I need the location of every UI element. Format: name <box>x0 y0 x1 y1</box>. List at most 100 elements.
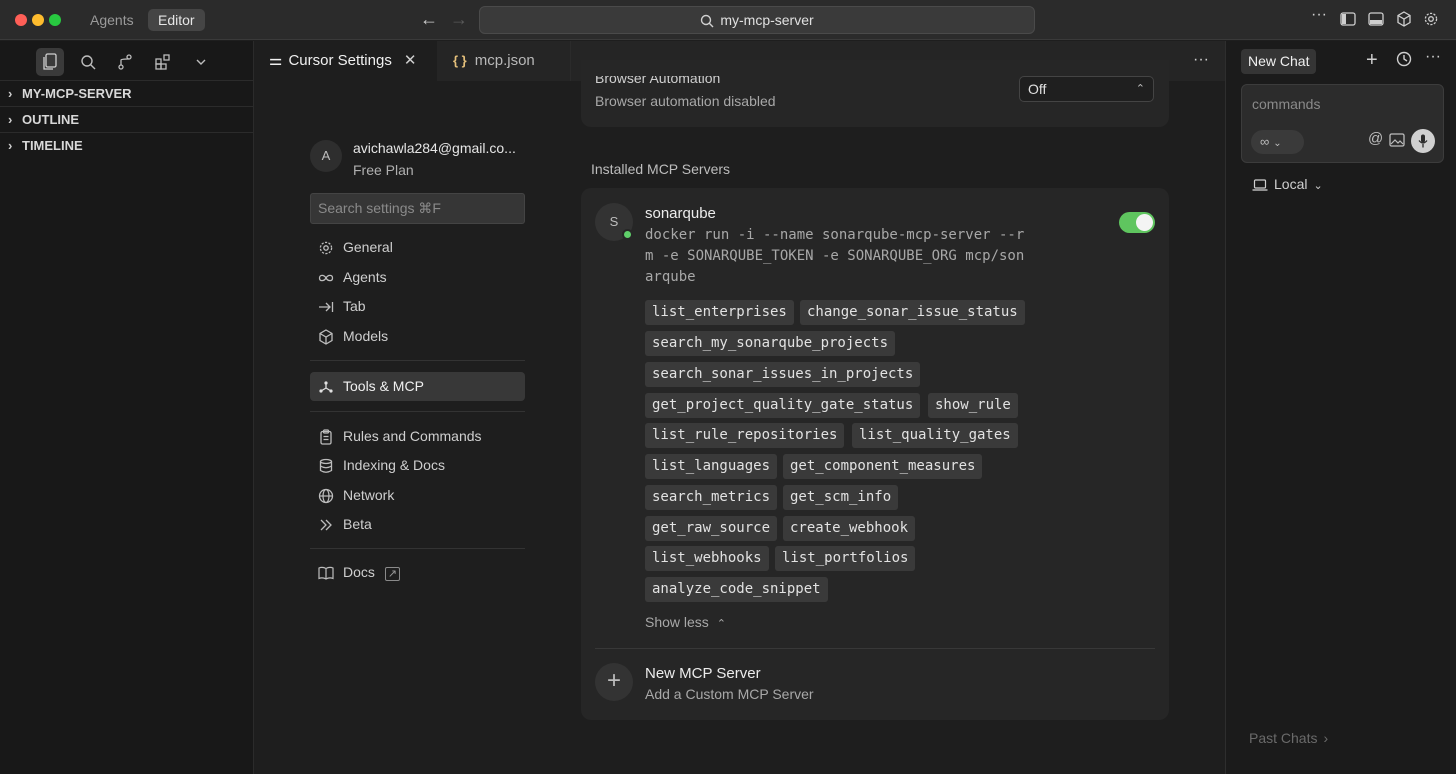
search-icon[interactable] <box>74 48 102 76</box>
more-icon[interactable]: ··· <box>1311 6 1327 24</box>
server-enable-toggle[interactable] <box>1119 212 1155 233</box>
gear-icon[interactable] <box>1423 11 1439 30</box>
mode-tab-editor[interactable]: Editor <box>148 9 205 31</box>
tool-chip: search_metrics <box>645 485 778 510</box>
installed-mcp-heading: Installed MCP Servers <box>591 161 731 177</box>
command-search-bar[interactable]: my-mcp-server <box>479 6 1035 34</box>
tab-mcp-json[interactable]: { } mcp.json <box>437 41 571 81</box>
chevron-down-icon[interactable] <box>187 48 215 76</box>
chevron-right-icon: › <box>8 112 13 127</box>
chevron-right-icon: › <box>8 138 13 153</box>
new-chat-tab[interactable]: New Chat <box>1241 49 1317 74</box>
chevron-down-icon: ⌄ <box>1313 180 1323 192</box>
settings-nav-agents[interactable]: Agents <box>310 263 525 292</box>
settings-nav-beta[interactable]: Beta <box>310 510 525 539</box>
browser-automation-card: Browser Automation Browser automation di… <box>581 60 1169 127</box>
close-icon[interactable]: ✕ <box>404 52 417 69</box>
settings-nav-tab[interactable]: Tab <box>310 292 525 321</box>
tool-chip: show_rule <box>928 393 1018 418</box>
cube-icon <box>319 329 333 345</box>
toggle-panel-icon[interactable] <box>1368 11 1384 30</box>
close-window-button[interactable] <box>15 14 27 26</box>
toggle-sidebar-icon[interactable] <box>1340 11 1356 30</box>
tool-chip: list_webhooks <box>645 546 769 571</box>
settings-nav-general[interactable]: General <box>310 233 525 262</box>
explorer-section-project[interactable]: › MY-MCP-SERVER <box>0 81 253 107</box>
settings-nav-network[interactable]: Network <box>310 481 525 510</box>
settings-navigation: A avichawla284@gmail.co... Free Plan Sea… <box>310 130 525 581</box>
database-icon <box>319 458 333 473</box>
settings-search-input[interactable]: Search settings ⌘F <box>310 193 525 224</box>
files-icon[interactable] <box>36 48 64 76</box>
gear-icon <box>319 241 333 255</box>
browser-automation-label: Browser Automation <box>595 70 721 86</box>
tab-label: Cursor Settings <box>288 52 392 69</box>
zoom-window-button[interactable] <box>49 14 61 26</box>
settings-nav-indexing[interactable]: Indexing & Docs <box>310 451 525 480</box>
history-icon[interactable] <box>1396 51 1412 70</box>
back-arrow-icon[interactable]: ← <box>420 9 438 30</box>
image-icon[interactable] <box>1389 133 1405 150</box>
chat-panel: New Chat + ··· commands ∞ ⌄ @ Local ⌄ Past… <box>1225 41 1456 774</box>
tool-chip: get_component_measures <box>783 454 983 479</box>
model-selector[interactable]: ∞ ⌄ <box>1251 130 1304 154</box>
json-file-icon: { } <box>453 53 467 68</box>
chat-composer: commands ∞ ⌄ @ <box>1241 84 1444 163</box>
microphone-button[interactable] <box>1411 129 1435 153</box>
explorer-section-outline[interactable]: › OUTLINE <box>0 107 253 133</box>
tool-chip: get_project_quality_gate_status <box>645 393 921 418</box>
activity-bar <box>0 41 253 81</box>
settings-nav-rules[interactable]: Rules and Commands <box>310 422 525 451</box>
plus-icon[interactable]: + <box>595 663 633 701</box>
location-selector[interactable]: Local ⌄ <box>1252 176 1323 192</box>
nav-divider <box>310 360 525 361</box>
browser-automation-description: Browser automation disabled <box>595 93 776 109</box>
laptop-icon <box>1252 179 1268 191</box>
source-control-icon[interactable] <box>111 48 139 76</box>
extensions-icon[interactable] <box>149 48 177 76</box>
at-mention-icon[interactable]: @ <box>1368 130 1383 147</box>
explorer-sidebar: › MY-MCP-SERVER › OUTLINE › TIMELINE <box>0 41 254 774</box>
mode-tab-agents[interactable]: Agents <box>80 9 144 31</box>
updown-chevron-icon: ⌃ <box>1135 83 1145 95</box>
tool-chip: list_quality_gates <box>852 423 1018 448</box>
double-chevron-icon <box>320 519 332 531</box>
tool-chip: list_portfolios <box>775 546 916 571</box>
browser-automation-select[interactable]: Off ⌃ <box>1019 76 1154 102</box>
settings-nav-tools-mcp[interactable]: Tools & MCP <box>310 372 525 401</box>
tool-chip: list_languages <box>645 454 778 479</box>
microphone-icon <box>1418 134 1428 148</box>
globe-icon <box>318 488 334 504</box>
tool-chip: search_my_sonarqube_projects <box>645 331 896 356</box>
tool-chip: change_sonar_issue_status <box>800 300 1025 325</box>
chat-input[interactable]: commands <box>1252 96 1320 112</box>
search-icon <box>701 14 714 28</box>
updown-chevron-icon: ⌃ <box>716 618 726 630</box>
nav-divider <box>310 548 525 549</box>
cube-icon[interactable] <box>1396 11 1412 30</box>
explorer-section-timeline[interactable]: › TIMELINE <box>0 133 253 159</box>
infinity-icon: ∞ <box>1260 134 1270 149</box>
past-chats-link[interactable]: Past Chats › <box>1249 730 1328 746</box>
server-name: sonarqube <box>645 205 716 222</box>
minimize-window-button[interactable] <box>32 14 44 26</box>
settings-nav-docs[interactable]: Docs ↗ <box>310 558 525 587</box>
settings-nav-models[interactable]: Models <box>310 322 525 351</box>
title-bar: Agents Editor ← → my-mcp-server ··· <box>0 0 1456 40</box>
tab-cursor-settings[interactable]: ⚌ Cursor Settings ✕ <box>255 41 437 81</box>
book-icon <box>318 566 334 580</box>
mcp-server-card: S sonarqube docker run -i --name sonarqu… <box>581 188 1169 720</box>
plus-icon[interactable]: + <box>1366 49 1378 72</box>
tool-chip: get_scm_info <box>783 485 899 510</box>
server-status-dot <box>622 229 633 240</box>
tool-chip: get_raw_source <box>645 516 778 541</box>
server-command: docker run -i --name sonarqube-mcp-serve… <box>645 227 1025 285</box>
tool-chip: search_sonar_issues_in_projects <box>645 362 921 387</box>
more-icon[interactable]: ··· <box>1193 51 1209 69</box>
tab-arrow-icon <box>319 302 334 312</box>
new-mcp-server-title[interactable]: New MCP Server <box>645 665 761 682</box>
more-icon[interactable]: ··· <box>1425 48 1441 66</box>
forward-arrow-icon[interactable]: → <box>450 9 468 30</box>
show-less-toggle[interactable]: Show less ⌃ <box>645 614 726 630</box>
clipboard-icon <box>320 429 332 445</box>
